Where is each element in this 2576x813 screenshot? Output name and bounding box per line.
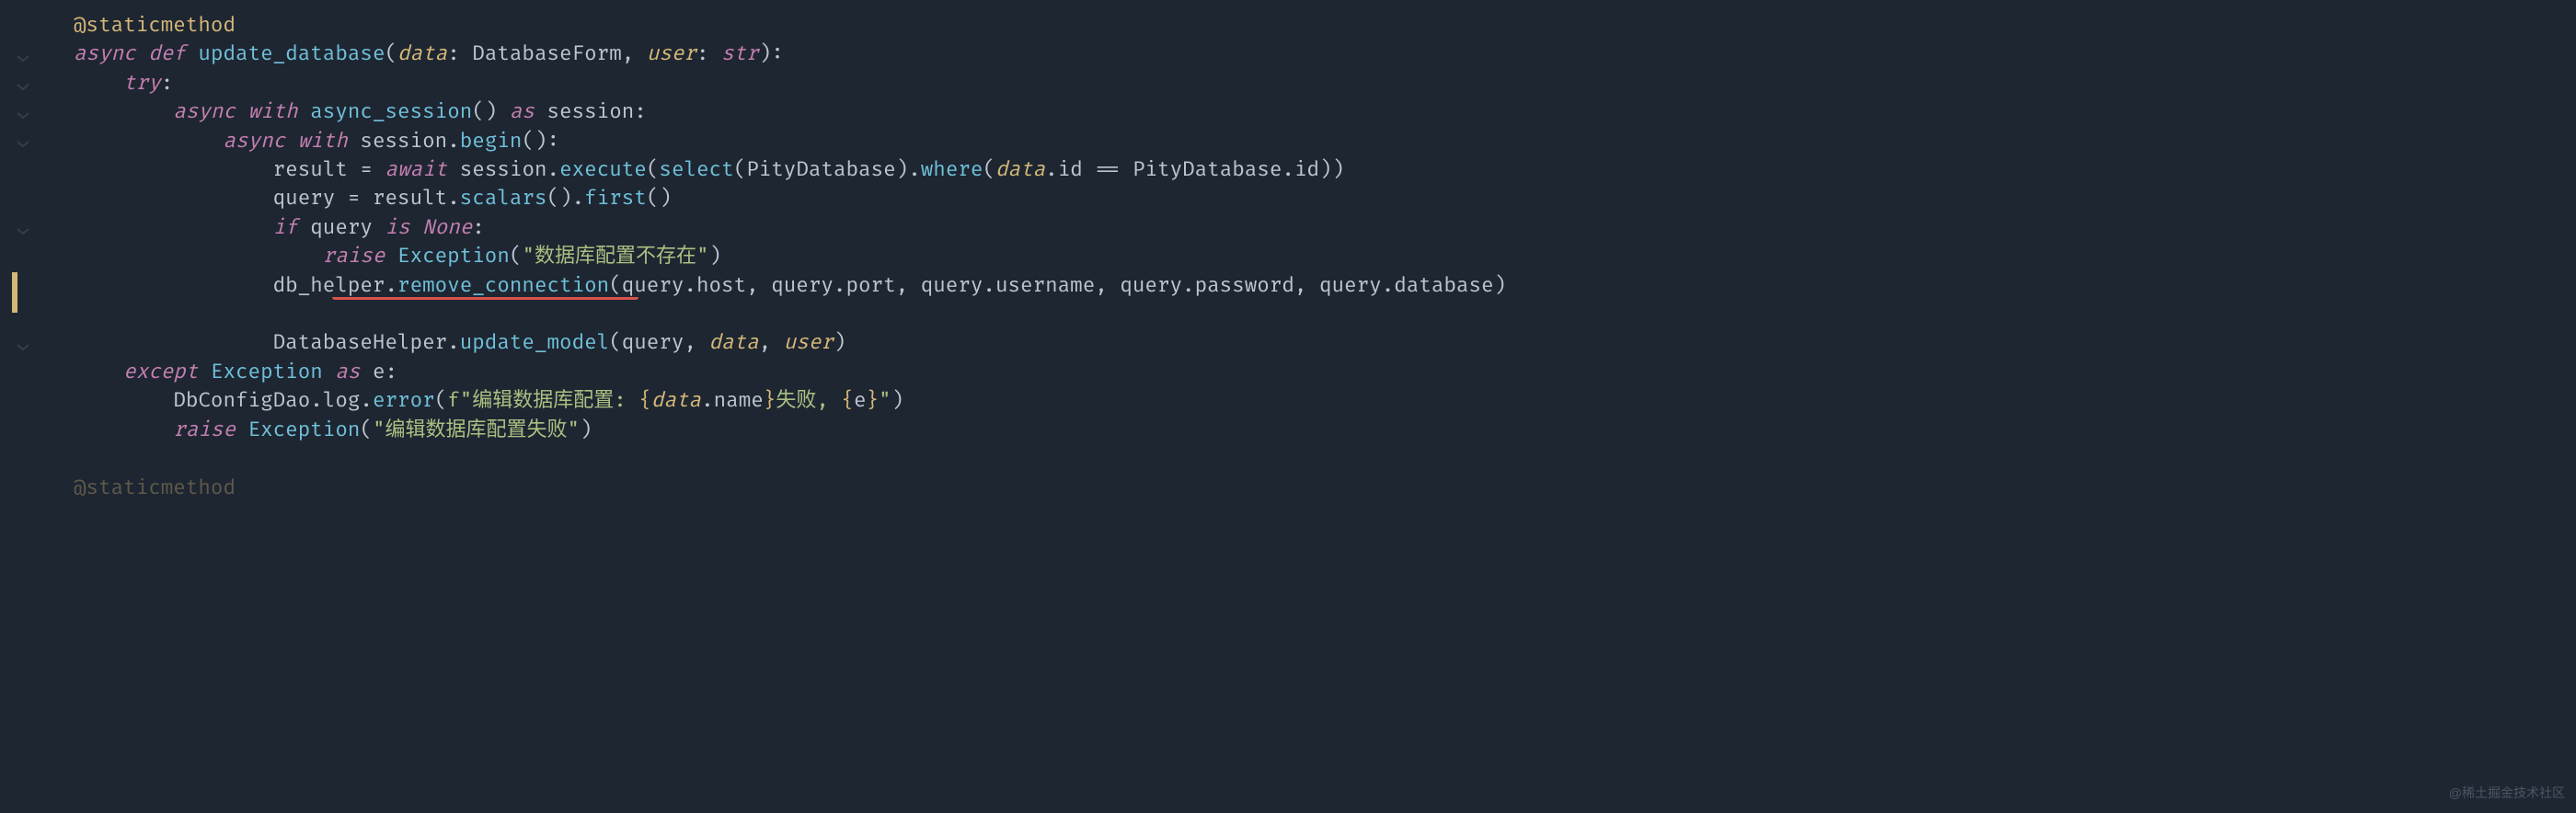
editor-gutter (0, 0, 37, 813)
watermark: @稀土掘金技术社区 (2449, 779, 2565, 807)
code-line: raise Exception("数据库配置不存在") (74, 242, 2576, 270)
code-line: query = result.scalars().first() (74, 184, 2576, 212)
code-line: @staticmethod (74, 474, 2576, 502)
code-line: except Exception as e: (74, 358, 2576, 386)
code-line: result = await session.execute(select(Pi… (74, 155, 2576, 184)
code-line: async with session.begin(): (74, 127, 2576, 155)
code-line: if query is None: (74, 213, 2576, 242)
code-line (74, 444, 2576, 473)
code-line: @staticmethod (74, 11, 2576, 40)
code-line: try: (74, 69, 2576, 97)
code-line: raise Exception("编辑数据库配置失败") (74, 416, 2576, 444)
code-line: db_helper.remove_connection(query.host, … (74, 271, 2576, 329)
code-line: async with async_session() as session: (74, 97, 2576, 126)
code-line: DatabaseHelper.update_model(query, data,… (74, 328, 2576, 357)
code-editor[interactable]: @staticmethod async def update_database(… (37, 0, 2576, 502)
code-line: async def update_database(data: Database… (74, 40, 2576, 68)
code-line: DbConfigDao.log.error(f"编辑数据库配置: {data.n… (74, 386, 2576, 415)
change-marker (12, 272, 17, 313)
